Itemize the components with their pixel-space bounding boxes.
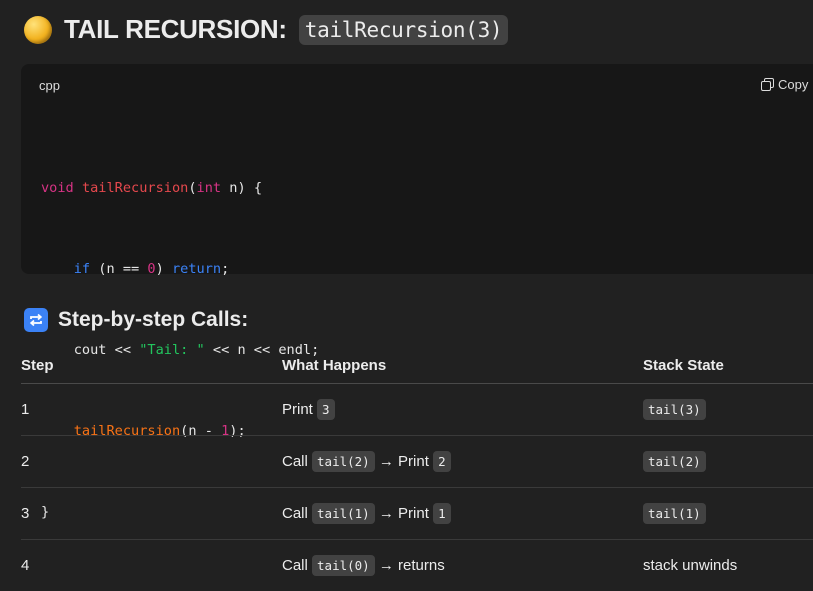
cell-stack-state: tail(3) bbox=[643, 384, 813, 436]
copy-label: Copy bbox=[778, 77, 808, 92]
table-row: 4Call tail(0) → returnsstack unwinds bbox=[21, 540, 813, 591]
table-header-row: Step What Happens Stack State bbox=[21, 348, 813, 384]
header-what-happens: What Happens bbox=[282, 348, 643, 384]
inline-code: tail(1) bbox=[643, 503, 706, 524]
table-body: 1Print 3tail(3)2Call tail(2) → Print 2ta… bbox=[21, 384, 813, 591]
copy-icon bbox=[761, 78, 774, 91]
code-line: void tailRecursion(int n) { bbox=[41, 175, 319, 202]
inline-code: tail(3) bbox=[643, 399, 706, 420]
page-title: TAIL RECURSION: tailRecursion(3) bbox=[24, 14, 508, 45]
cell-text: → Print bbox=[375, 453, 433, 470]
cell-text: Call bbox=[282, 453, 312, 470]
code-language-label: cpp bbox=[39, 78, 60, 93]
cell-text: → Print bbox=[375, 505, 433, 522]
cell-text: stack unwinds bbox=[643, 557, 737, 574]
section-heading: Step-by-step Calls: bbox=[24, 308, 248, 332]
table-row: 1Print 3tail(3) bbox=[21, 384, 813, 436]
repeat-icon bbox=[24, 308, 48, 332]
code-block: cpp Copy void tailRecursion(int n) { if … bbox=[21, 64, 813, 274]
inline-code: 3 bbox=[317, 399, 335, 420]
copy-button[interactable]: Copy bbox=[761, 77, 808, 92]
inline-code: tail(2) bbox=[312, 451, 375, 472]
inline-code: tail(1) bbox=[312, 503, 375, 524]
cell-step: 4 bbox=[21, 540, 282, 591]
section-title: Step-by-step Calls: bbox=[58, 308, 248, 332]
code-line: if (n == 0) return; bbox=[41, 256, 319, 283]
header-step: Step bbox=[21, 348, 282, 384]
cell-step: 2 bbox=[21, 436, 282, 488]
title-code: tailRecursion(3) bbox=[299, 15, 509, 45]
cell-stack-state: tail(1) bbox=[643, 488, 813, 540]
yellow-circle-icon bbox=[24, 16, 52, 44]
cell-what-happens: Print 3 bbox=[282, 384, 643, 436]
cell-what-happens: Call tail(1) → Print 1 bbox=[282, 488, 643, 540]
cell-stack-state: stack unwinds bbox=[643, 540, 813, 591]
header-stack-state: Stack State bbox=[643, 348, 813, 384]
table-row: 3Call tail(1) → Print 1tail(1) bbox=[21, 488, 813, 540]
cell-text: Print bbox=[282, 401, 317, 418]
cell-what-happens: Call tail(0) → returns bbox=[282, 540, 643, 591]
table-row: 2Call tail(2) → Print 2tail(2) bbox=[21, 436, 813, 488]
cell-step: 3 bbox=[21, 488, 282, 540]
inline-code: tail(0) bbox=[312, 555, 375, 576]
cell-step: 1 bbox=[21, 384, 282, 436]
cell-text: → returns bbox=[375, 557, 445, 574]
cell-stack-state: tail(2) bbox=[643, 436, 813, 488]
title-text: TAIL RECURSION: bbox=[64, 14, 287, 45]
cell-what-happens: Call tail(2) → Print 2 bbox=[282, 436, 643, 488]
inline-code: 2 bbox=[433, 451, 451, 472]
calls-table: Step What Happens Stack State 1Print 3ta… bbox=[21, 348, 813, 591]
cell-text: Call bbox=[282, 505, 312, 522]
inline-code: tail(2) bbox=[643, 451, 706, 472]
cell-text: Call bbox=[282, 557, 312, 574]
inline-code: 1 bbox=[433, 503, 451, 524]
